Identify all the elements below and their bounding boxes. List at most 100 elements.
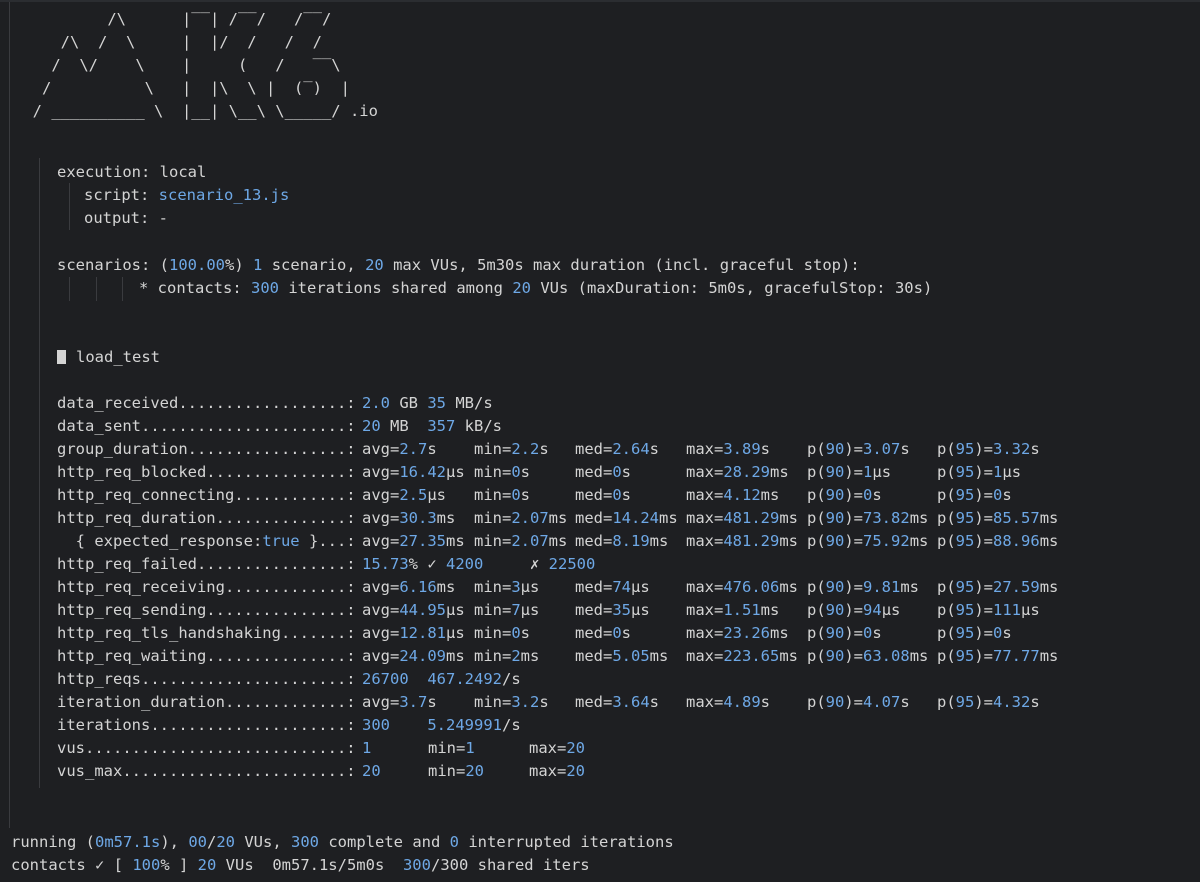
metric-stat: p(90)=73.82ms: [807, 509, 929, 527]
group-name: load_test: [76, 348, 160, 366]
output-value: -: [158, 209, 169, 227]
metric-row: iterations.....................: 300 5.24…: [0, 714, 1200, 737]
scenarios-line: scenarios: (100.00%) 1 scenario, 20 max …: [57, 256, 860, 274]
metric-value: 300 5.249991/s: [362, 716, 521, 734]
metric-row: http_req_receiving.............: avg=6.16…: [0, 576, 1200, 599]
metric-stat: max=223.65ms: [686, 647, 798, 665]
metric-row: { expected_response:true }...: avg=27.35m…: [0, 530, 1200, 553]
metric-stat: med=14.24ms: [575, 509, 678, 527]
group-header: load_test: [57, 346, 160, 369]
metric-row: http_req_connecting............: avg=2.5µ…: [0, 484, 1200, 507]
window-top-edge: [0, 0, 1200, 2]
metric-row: http_req_sending...............: avg=44.9…: [0, 599, 1200, 622]
k6-ascii-logo: /\ |‾‾| /‾‾/ /‾‾/ /\ / \ | |/ / / / / \/…: [32, 10, 378, 120]
metric-stat: avg=3.7s: [362, 693, 437, 711]
metric-value: 1: [362, 739, 372, 757]
metric-row: http_req_duration..............: avg=30.3…: [0, 507, 1200, 530]
indent-guide: [96, 277, 97, 301]
metric-value: min=1: [428, 739, 475, 757]
metric-name: group_duration.................:: [57, 440, 356, 458]
metric-stat: med=35µs: [575, 601, 650, 619]
metric-stat: p(90)=94µs: [807, 601, 901, 619]
metric-stat: avg=24.09ms: [362, 647, 465, 665]
metric-row: http_req_waiting...............: avg=24.0…: [0, 645, 1200, 668]
metric-value: max=20: [529, 739, 585, 757]
metric-name: data_received..................:: [57, 394, 356, 412]
metric-name: iterations.....................:: [57, 716, 356, 734]
metric-row: vus............................: 1 min=1 ma…: [0, 737, 1200, 760]
scenario-detail-line: * contacts: 300 iterations shared among …: [139, 279, 933, 297]
metric-stat: min=0s: [474, 486, 531, 504]
metric-name: http_req_sending...............:: [57, 601, 356, 619]
metric-name: http_req_waiting...............:: [57, 647, 356, 665]
metric-stat: min=3µs: [474, 578, 540, 596]
metric-row: group_duration.................: avg=2.7s…: [0, 438, 1200, 461]
metric-stat: p(95)=111µs: [937, 601, 1040, 619]
metric-stat: p(95)=88.96ms: [937, 532, 1059, 550]
metric-name: { expected_response:true }...:: [57, 532, 356, 550]
metric-name: http_req_duration..............:: [57, 509, 356, 527]
metric-value: min=20: [428, 762, 484, 780]
metric-stat: max=481.29ms: [686, 532, 798, 550]
script-line: script: scenario_13.js: [84, 186, 290, 204]
metric-row: http_req_tls_handshaking.......: avg=12.8…: [0, 622, 1200, 645]
metric-stat: min=3.2s: [474, 693, 549, 711]
metric-stat: med=3.64s: [575, 693, 659, 711]
metric-value: 20: [362, 762, 381, 780]
metric-stat: avg=12.81µs: [362, 624, 465, 642]
metric-stat: med=0s: [575, 486, 632, 504]
indent-guide: [69, 183, 70, 230]
script-filename: scenario_13.js: [158, 186, 290, 204]
metric-name: http_req_blocked...............:: [57, 463, 356, 481]
metric-stat: avg=6.16ms: [362, 578, 456, 596]
metric-stat: p(95)=77.77ms: [937, 647, 1059, 665]
metric-row: http_req_failed................: 15.73% ✓…: [0, 553, 1200, 576]
metric-stat: med=0s: [575, 624, 632, 642]
metric-stat: max=1.51ms: [686, 601, 780, 619]
metric-value: 2.0 GB 35 MB/s: [362, 394, 493, 412]
metric-stat: p(90)=63.08ms: [807, 647, 929, 665]
metric-value: 26700 467.2492/s: [362, 670, 521, 688]
metric-stat: min=0s: [474, 624, 531, 642]
metric-name: http_req_tls_handshaking.......:: [57, 624, 356, 642]
metric-name: iteration_duration.............:: [57, 693, 356, 711]
metric-name: http_req_failed................:: [57, 555, 356, 573]
metric-stat: p(95)=0s: [937, 624, 1012, 642]
metric-value: 20 MB 357 kB/s: [362, 417, 503, 435]
metric-stat: min=2.07ms: [474, 509, 568, 527]
metric-stat: p(95)=27.59ms: [937, 578, 1059, 596]
metric-row: vus_max........................: 20 min=20…: [0, 760, 1200, 783]
metric-stat: p(95)=4.32s: [937, 693, 1040, 711]
metric-stat: p(95)=0s: [937, 486, 1012, 504]
metric-row: http_reqs......................: 26700 46…: [0, 668, 1200, 691]
metric-stat: max=4.89s: [686, 693, 770, 711]
metric-stat: min=7µs: [474, 601, 540, 619]
metric-stat: p(90)=9.81ms: [807, 578, 920, 596]
group-block-icon: [57, 350, 66, 364]
metric-name: vus_max........................:: [57, 762, 356, 780]
metric-row: data_received..................: 2.0 GB 3…: [0, 392, 1200, 415]
metric-stat: avg=2.5µs: [362, 486, 446, 504]
metric-stat: med=0s: [575, 463, 632, 481]
execution-value: local: [159, 163, 207, 181]
metric-name: vus............................:: [57, 739, 356, 757]
metric-stat: max=4.12ms: [686, 486, 780, 504]
metric-stat: p(90)=75.92ms: [807, 532, 929, 550]
metric-stat: med=2.64s: [575, 440, 659, 458]
metric-stat: p(95)=85.57ms: [937, 509, 1059, 527]
metric-stat: p(90)=0s: [807, 624, 882, 642]
metric-stat: min=0s: [474, 463, 531, 481]
metric-stat: min=2.07ms: [474, 532, 568, 550]
metric-stat: max=476.06ms: [686, 578, 798, 596]
metric-stat: max=481.29ms: [686, 509, 798, 527]
metric-stat: max=28.29ms: [686, 463, 789, 481]
metric-stat: med=5.05ms: [575, 647, 669, 665]
metric-stat: med=8.19ms: [575, 532, 669, 550]
metric-value: 15.73% ✓ 4200 ✗ 22500: [362, 555, 596, 573]
metric-stat: max=3.89s: [686, 440, 770, 458]
metric-row: iteration_duration.............: avg=3.7s…: [0, 691, 1200, 714]
metric-stat: p(90)=3.07s: [807, 440, 910, 458]
metric-stat: min=2.2s: [474, 440, 549, 458]
metric-stat: avg=2.7s: [362, 440, 437, 458]
metric-stat: p(90)=1µs: [807, 463, 892, 481]
